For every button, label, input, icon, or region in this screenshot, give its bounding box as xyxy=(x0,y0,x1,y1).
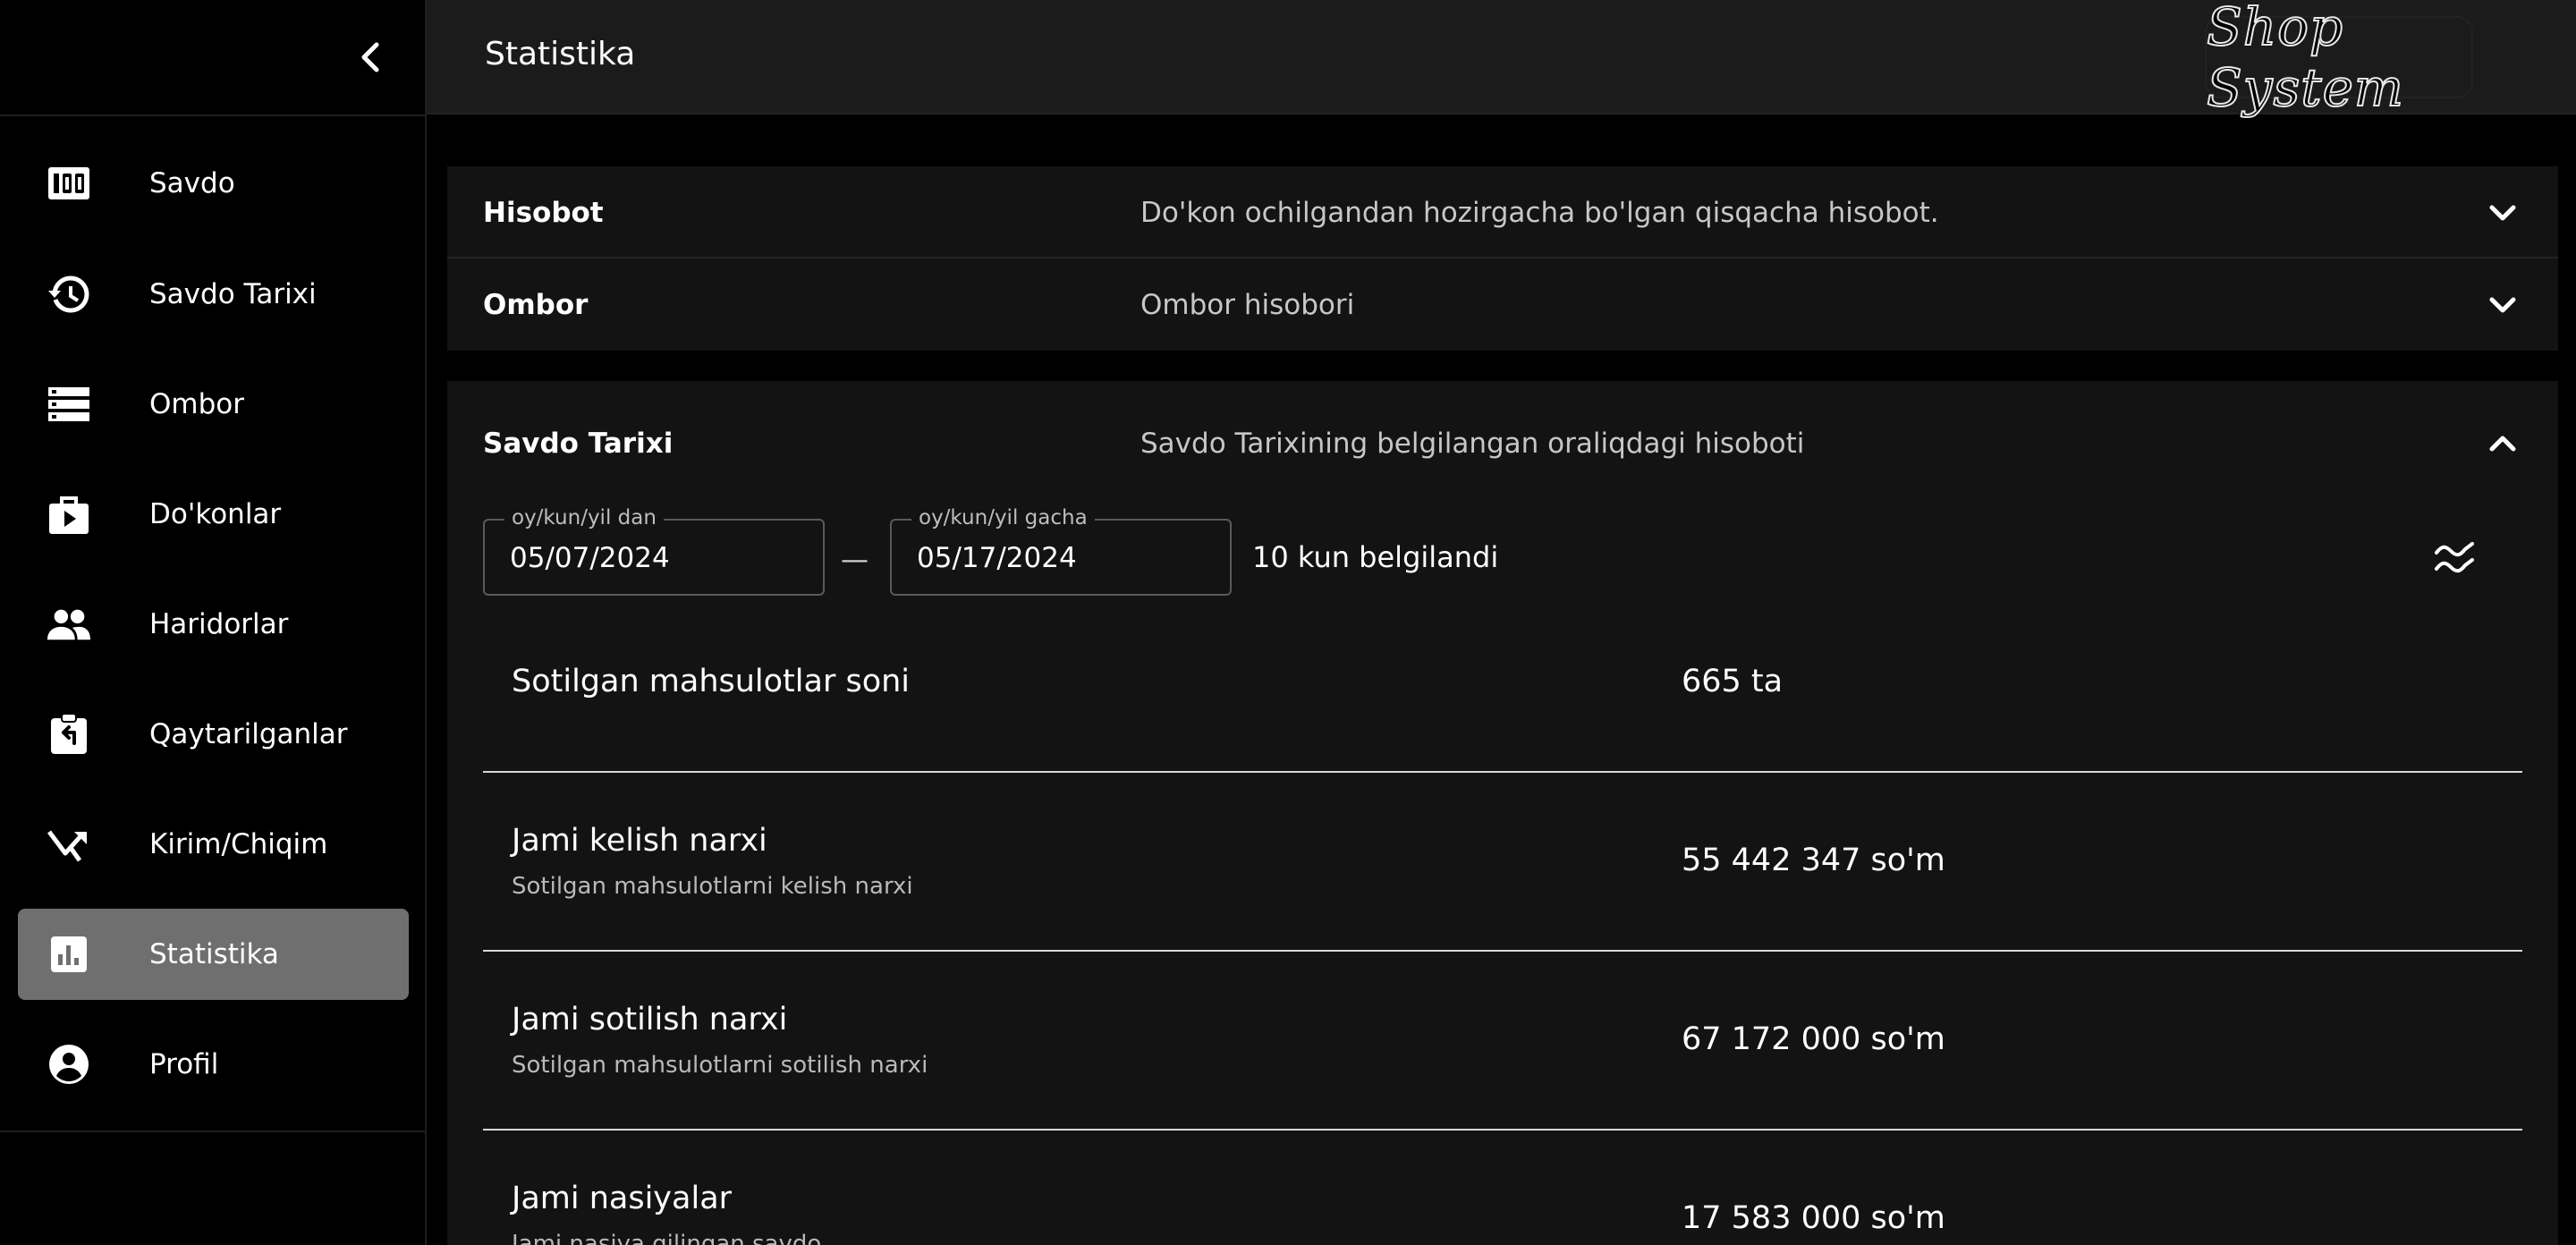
sidebar-item-savdo-tarixi[interactable]: Savdo Tarixi xyxy=(18,249,409,340)
sidebar-item-haridorlar[interactable]: Haridorlar xyxy=(18,579,409,670)
stat-divider xyxy=(483,1129,2522,1131)
date-from-label: oy/kun/yil dan xyxy=(504,506,664,529)
sidebar-item-dokonlar[interactable]: Do'konlar xyxy=(18,469,409,560)
stat-subtitle: Sotilgan mahsulotlarni kelish narxi xyxy=(512,873,913,900)
stat-row-sold-count: Sotilgan mahsulotlar soni 665 ta xyxy=(483,658,2522,766)
date-from-value[interactable]: 05/07/2024 xyxy=(510,542,670,574)
sidebar-item-label: Profil xyxy=(149,1048,219,1080)
page-title: Statistika xyxy=(485,36,636,72)
accordion-description: Do'kon ochilgandan hozirgacha bo'lgan qi… xyxy=(1140,197,1939,229)
sidebar-item-qaytarilganlar[interactable]: Qaytarilganlar xyxy=(18,689,409,780)
sidebar-item-label: Do'konlar xyxy=(149,498,282,530)
chevron-up-icon[interactable] xyxy=(2483,424,2522,463)
top-bar: Statistika Shop System xyxy=(427,0,2576,119)
store-icon xyxy=(47,492,91,537)
selected-days-count: 10 kun belgilandi xyxy=(1252,540,1499,574)
returns-icon xyxy=(47,712,91,757)
stat-name: Jami kelish narxi xyxy=(512,823,767,859)
sidebar-item-label: Savdo xyxy=(149,167,235,199)
stat-row-sales-total: Jami sotilish narxi Sotilgan mahsulotlar… xyxy=(483,995,2522,1084)
brand-logo[interactable]: Shop System xyxy=(2205,0,2473,119)
accordion-title: Savdo Tarixi xyxy=(483,428,674,460)
merge-arrow-icon xyxy=(47,822,91,867)
sidebar-item-label: Kirim/Chiqim xyxy=(149,828,328,860)
date-to-label: oy/kun/yil gacha xyxy=(911,506,1095,529)
sidebar-item-profil[interactable]: Profil xyxy=(18,1019,409,1110)
chevron-left-icon xyxy=(361,42,379,72)
accordion-title: Hisobot xyxy=(483,197,604,229)
date-from-field[interactable]: oy/kun/yil dan 05/07/2024 xyxy=(483,506,825,596)
sidebar-item-label: Qaytarilganlar xyxy=(149,718,348,750)
counter-icon xyxy=(47,161,91,206)
sidebar-item-label: Ombor xyxy=(149,388,244,420)
sidebar-item-ombor[interactable]: Ombor xyxy=(18,359,409,450)
accordion-hisobot[interactable]: Hisobot Do'kon ochilgandan hozirgacha bo… xyxy=(447,166,2558,258)
collapse-sidebar-button[interactable] xyxy=(349,32,392,82)
date-to-field[interactable]: oy/kun/yil gacha 05/17/2024 xyxy=(890,506,1232,596)
date-to-value[interactable]: 05/17/2024 xyxy=(917,542,1077,574)
sidebar-item-savdo[interactable]: Savdo xyxy=(18,138,409,229)
chart-icon xyxy=(47,932,91,977)
stat-subtitle: Jami nasiya qilingan savdo xyxy=(512,1231,822,1245)
stat-name: Jami sotilish narxi xyxy=(512,1002,788,1038)
stat-subtitle: Sotilgan mahsulotlarni sotilish narxi xyxy=(512,1052,928,1079)
sidebar: Savdo Savdo Tarixi Ombor Do'konlar Harid… xyxy=(0,0,427,1245)
sidebar-item-kirim-chiqim[interactable]: Kirim/Chiqim xyxy=(18,799,409,890)
people-icon xyxy=(47,602,91,647)
sidebar-header xyxy=(0,0,425,116)
date-separator: — xyxy=(841,544,869,576)
history-icon xyxy=(47,272,91,317)
account-circle-icon xyxy=(47,1042,91,1087)
sidebar-footer-divider xyxy=(0,1131,425,1132)
stat-value: 55 442 347 so'm xyxy=(1682,843,1945,878)
accordion-title: Ombor xyxy=(483,289,589,321)
stat-value: 17 583 000 so'm xyxy=(1682,1200,1945,1236)
stat-row-cost-total: Jami kelish narxi Sotilgan mahsulotlarni… xyxy=(483,816,2522,905)
sidebar-item-label: Savdo Tarixi xyxy=(149,278,317,310)
chevron-down-icon[interactable] xyxy=(2483,285,2522,325)
accordion-savdo-tarixi-header[interactable]: Savdo Tarixi Savdo Tarixining belgilanga… xyxy=(447,420,2558,512)
stat-divider xyxy=(483,771,2522,773)
chevron-down-icon[interactable] xyxy=(2483,193,2522,233)
accordion-description: Ombor hisobori xyxy=(1140,289,1355,321)
storage-icon xyxy=(47,382,91,427)
filter-waves-icon[interactable] xyxy=(2429,533,2479,583)
stat-row-credit-total: Jami nasiyalar Jami nasiya qilingan savd… xyxy=(483,1173,2522,1245)
accordion-ombor[interactable]: Ombor Ombor hisobori xyxy=(447,258,2558,350)
stat-name: Jami nasiyalar xyxy=(512,1181,733,1216)
stat-value: 67 172 000 so'm xyxy=(1682,1021,1945,1057)
accordion-description: Savdo Tarixining belgilangan oraliqdagi … xyxy=(1140,428,1805,460)
sidebar-item-label: Statistika xyxy=(149,938,279,970)
stat-value: 665 ta xyxy=(1682,664,1784,699)
stat-divider xyxy=(483,950,2522,952)
stat-name: Sotilgan mahsulotlar soni xyxy=(512,664,911,699)
accordion-savdo-tarixi: Savdo Tarixi Savdo Tarixining belgilanga… xyxy=(447,381,2558,1245)
sidebar-item-statistika[interactable]: Statistika xyxy=(18,909,409,1000)
sidebar-item-label: Haridorlar xyxy=(149,608,289,640)
summary-accordion-group: Hisobot Do'kon ochilgandan hozirgacha bo… xyxy=(447,166,2558,351)
